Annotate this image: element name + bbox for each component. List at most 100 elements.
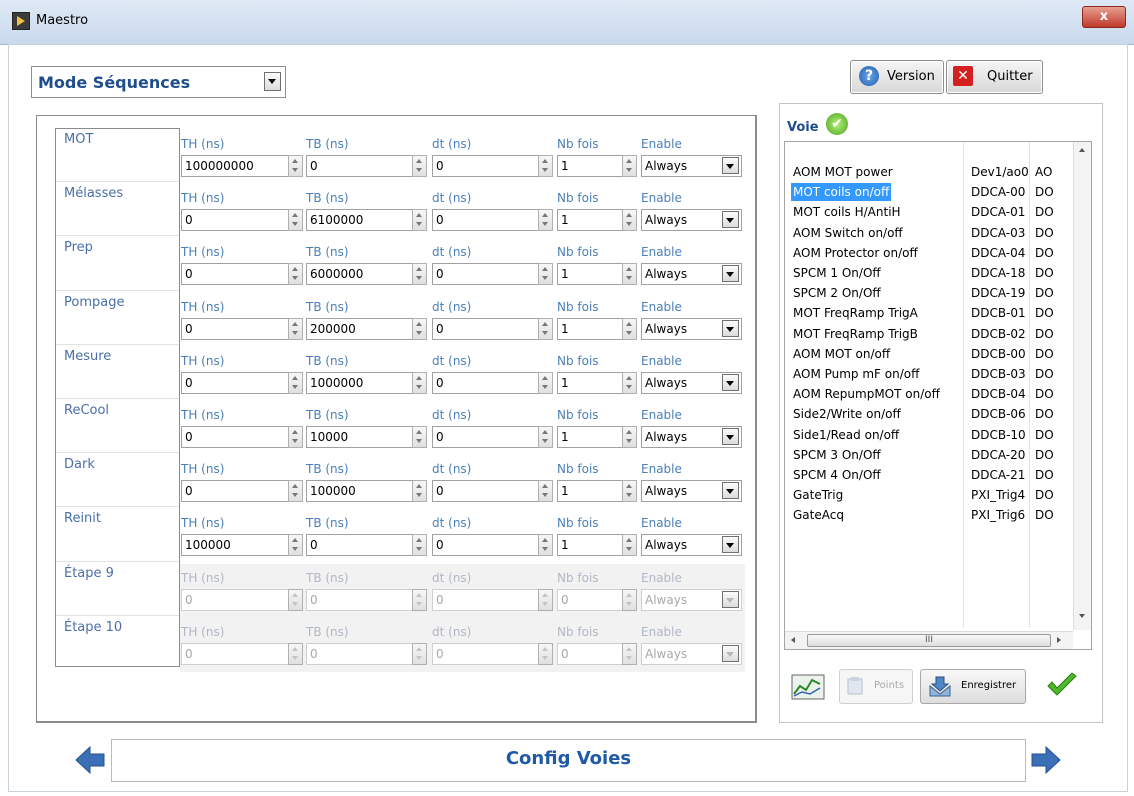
voie-row[interactable]: Side2/Write on/off DDCB-06 DO	[787, 404, 1069, 424]
enable-dropdown-arrow-icon[interactable]	[722, 265, 739, 283]
tb-input[interactable]: 0	[306, 534, 413, 557]
step-name[interactable]: MOT	[64, 132, 93, 147]
version-button[interactable]: ? Version	[850, 60, 944, 94]
voie-table[interactable]: AOM MOT power Dev1/ao0 AO MOT coils on/off D…	[784, 141, 1092, 650]
scroll-left-icon[interactable]	[791, 637, 795, 643]
enable-select[interactable]: Always	[641, 534, 742, 557]
th-spinner-icon[interactable]	[288, 155, 303, 177]
dt-spinner-icon[interactable]	[538, 534, 553, 557]
tb-input[interactable]: 1000000	[306, 371, 413, 394]
voie-row[interactable]: MOT coils on/off DDCA-00 DO	[787, 182, 1069, 202]
tb-input[interactable]: 6000000	[306, 263, 413, 286]
enable-dropdown-arrow-icon[interactable]	[722, 536, 739, 554]
th-input[interactable]: 0	[181, 317, 289, 340]
arrow-right-icon[interactable]	[1030, 746, 1062, 774]
dt-spinner-icon[interactable]	[538, 371, 553, 394]
scroll-up-icon[interactable]	[1079, 148, 1085, 152]
enable-select[interactable]: Always	[641, 155, 742, 177]
enable-select[interactable]: Always	[641, 480, 742, 503]
hscroll-thumb[interactable]: III	[807, 634, 1051, 647]
nb-input[interactable]: 1	[557, 371, 623, 394]
tb-input[interactable]: 10000	[306, 426, 413, 448]
voie-vertical-scrollbar[interactable]	[1073, 142, 1091, 630]
step-name[interactable]: Mesure	[64, 349, 111, 364]
points-button[interactable]: Points	[839, 669, 913, 704]
voie-row[interactable]: SPCM 1 On/Off DDCA-18 DO	[787, 263, 1069, 283]
th-spinner-icon[interactable]	[288, 534, 303, 557]
tb-spinner-icon[interactable]	[412, 480, 427, 503]
enable-dropdown-arrow-icon[interactable]	[722, 482, 739, 500]
enable-dropdown-arrow-icon[interactable]	[722, 373, 739, 391]
nb-spinner-icon[interactable]	[622, 155, 637, 177]
step-name[interactable]: Pompage	[64, 295, 124, 310]
nb-input[interactable]: 1	[557, 534, 623, 557]
dt-spinner-icon[interactable]	[538, 263, 553, 286]
dt-spinner-icon[interactable]	[538, 426, 553, 448]
nb-spinner-icon[interactable]	[622, 263, 637, 286]
tb-spinner-icon[interactable]	[412, 263, 427, 286]
th-input[interactable]: 0	[181, 426, 289, 448]
mode-selector[interactable]: Mode Séquences	[31, 66, 286, 98]
nb-input[interactable]: 1	[557, 317, 623, 340]
dt-spinner-icon[interactable]	[538, 480, 553, 503]
step-name[interactable]: Reinit	[64, 511, 101, 526]
step-name[interactable]: ReCool	[64, 403, 109, 418]
dt-spinner-icon[interactable]	[538, 317, 553, 340]
graph-icon[interactable]	[790, 672, 826, 702]
th-input[interactable]: 0	[181, 263, 289, 286]
enable-select[interactable]: Always	[641, 426, 742, 448]
quitter-button[interactable]: ✕ Quitter	[946, 60, 1043, 94]
mode-dropdown-arrow-icon[interactable]	[264, 72, 281, 91]
dt-input[interactable]: 0	[432, 263, 539, 286]
confirm-checkmark-icon[interactable]	[1046, 672, 1078, 698]
dt-input[interactable]: 0	[432, 317, 539, 340]
dt-input[interactable]: 0	[432, 371, 539, 394]
tb-spinner-icon[interactable]	[412, 534, 427, 557]
enable-dropdown-arrow-icon[interactable]	[722, 211, 739, 229]
voie-row[interactable]: SPCM 3 On/Off DDCA-20 DO	[787, 445, 1069, 465]
th-spinner-icon[interactable]	[288, 263, 303, 286]
th-spinner-icon[interactable]	[288, 209, 303, 232]
tb-input[interactable]: 100000	[306, 480, 413, 503]
nb-spinner-icon[interactable]	[622, 534, 637, 557]
voie-row[interactable]: AOM RepumpMOT on/off DDCB-04 DO	[787, 384, 1069, 404]
step-name[interactable]: Étape 9	[64, 566, 114, 581]
th-input[interactable]: 0	[181, 371, 289, 394]
dt-input[interactable]: 0	[432, 209, 539, 232]
nb-spinner-icon[interactable]	[622, 426, 637, 448]
th-input[interactable]: 0	[181, 209, 289, 232]
voie-row[interactable]: MOT FreqRamp TrigA DDCB-01 DO	[787, 303, 1069, 323]
nb-input[interactable]: 1	[557, 209, 623, 232]
enable-dropdown-arrow-icon[interactable]	[722, 157, 739, 174]
voie-row[interactable]: GateAcq PXI_Trig6 DO	[787, 505, 1069, 525]
th-input[interactable]: 100000000	[181, 155, 289, 177]
voie-horizontal-scrollbar[interactable]: III	[785, 631, 1073, 649]
tb-spinner-icon[interactable]	[412, 426, 427, 448]
nb-spinner-icon[interactable]	[622, 371, 637, 394]
enregistrer-button[interactable]: Enregistrer	[920, 669, 1026, 704]
tb-spinner-icon[interactable]	[412, 371, 427, 394]
voie-row[interactable]: MOT FreqRamp TrigB DDCB-02 DO	[787, 324, 1069, 344]
enable-dropdown-arrow-icon[interactable]	[722, 428, 739, 445]
step-name[interactable]: Dark	[64, 457, 95, 472]
window-close-button[interactable]: x	[1082, 6, 1126, 28]
voie-row[interactable]: SPCM 2 On/Off DDCA-19 DO	[787, 283, 1069, 303]
nb-input[interactable]: 1	[557, 480, 623, 503]
dt-input[interactable]: 0	[432, 426, 539, 448]
dt-spinner-icon[interactable]	[538, 209, 553, 232]
dt-input[interactable]: 0	[432, 534, 539, 557]
voie-row[interactable]: SPCM 4 On/Off DDCA-21 DO	[787, 465, 1069, 485]
step-name[interactable]: Étape 10	[64, 620, 122, 635]
enable-select[interactable]: Always	[641, 263, 742, 286]
tb-input[interactable]: 200000	[306, 317, 413, 340]
scroll-down-icon[interactable]	[1079, 614, 1085, 618]
voie-row[interactable]: AOM Pump mF on/off DDCB-03 DO	[787, 364, 1069, 384]
nb-spinner-icon[interactable]	[622, 209, 637, 232]
th-input[interactable]: 100000	[181, 534, 289, 557]
th-input[interactable]: 0	[181, 480, 289, 503]
step-name[interactable]: Mélasses	[64, 186, 123, 201]
voie-row[interactable]: AOM MOT power Dev1/ao0 AO	[787, 162, 1069, 182]
tb-spinner-icon[interactable]	[412, 155, 427, 177]
voie-row[interactable]: GateTrig PXI_Trig4 DO	[787, 485, 1069, 505]
tb-spinner-icon[interactable]	[412, 317, 427, 340]
